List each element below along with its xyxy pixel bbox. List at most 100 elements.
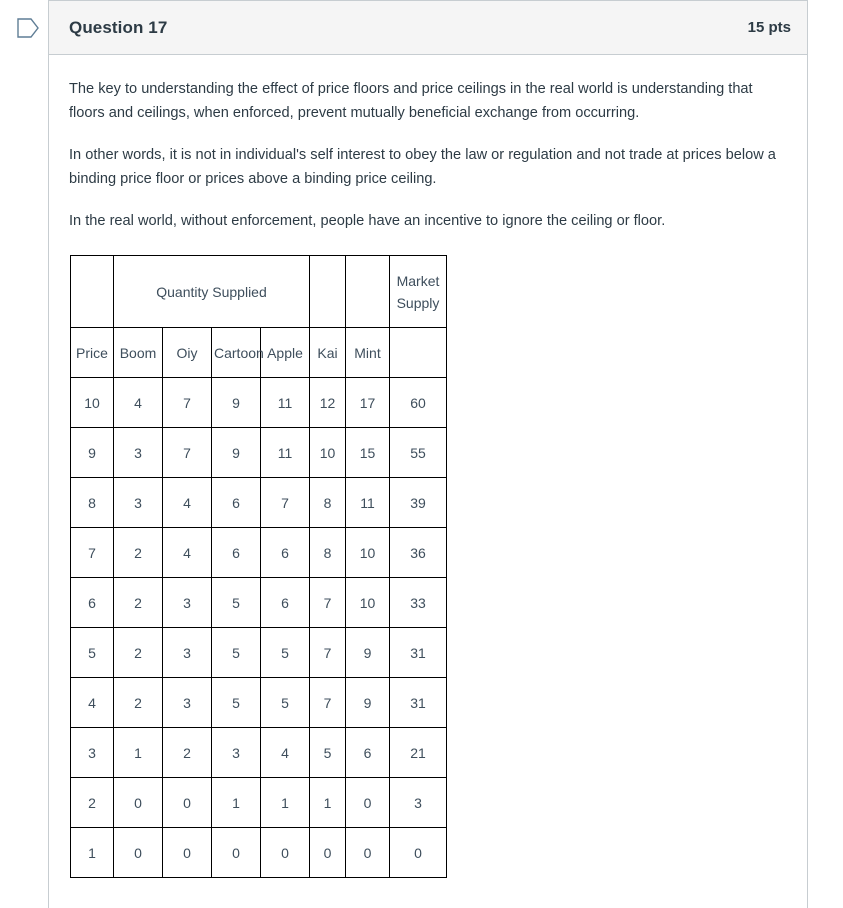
group-header-empty-price <box>70 255 114 328</box>
table-cell: 2 <box>113 577 163 628</box>
question-card: Question 17 15 pts The key to understand… <box>48 0 808 908</box>
table-cell: 2 <box>70 777 114 828</box>
table-cell: 5 <box>211 677 261 728</box>
table-row: 6 2 3 5 6 7 10 33 <box>70 577 447 628</box>
table-cell: 0 <box>345 827 390 878</box>
table-cell: 3 <box>113 427 163 478</box>
table-row: 10000000 <box>70 827 447 878</box>
table-cell: 1 <box>211 777 261 828</box>
table-row: 3 1 2 3 4 5 6 21 <box>70 727 447 778</box>
table-cell: 7 <box>309 577 346 628</box>
table-cell: 3 <box>70 727 114 778</box>
table-row: 20011103 <box>70 777 447 828</box>
table-cell: 3 <box>113 477 163 528</box>
table-cell: 5 <box>260 627 310 678</box>
table-cell: 0 <box>211 827 261 878</box>
table-cell: 7 <box>260 477 310 528</box>
table-cell: 1 <box>309 777 346 828</box>
table-cell: 2 <box>113 677 163 728</box>
table-row: 8 3 4 6 7 8 11 39 <box>70 477 447 528</box>
table-cell: 0 <box>162 777 212 828</box>
table-cell: 1 <box>113 727 163 778</box>
table-cell: 11 <box>260 377 310 428</box>
table-cell: 9 <box>211 377 261 428</box>
question-paragraph-2: In other words, it is not in individual'… <box>69 147 776 187</box>
table-cell: 8 <box>309 477 346 528</box>
column-header-cartoon: Cartoon <box>211 327 264 378</box>
column-header-boom: Boom <box>113 327 163 378</box>
table-cell: 6 <box>260 577 310 628</box>
table-cell: 3 <box>162 627 212 678</box>
column-header-mint: Mint <box>345 327 390 378</box>
table-cell: 6 <box>211 527 261 578</box>
table-cell: 5 <box>211 577 261 628</box>
table-column-header-row: Price Boom Oiy Cartoon Apple Kai Mint <box>70 327 447 378</box>
column-header-market <box>389 327 447 378</box>
table-cell: 5 <box>211 627 261 678</box>
table-cell: 11 <box>260 427 310 478</box>
table-cell: 3 <box>211 727 261 778</box>
table-cell: 7 <box>309 627 346 678</box>
table-cell: 5 <box>70 627 114 678</box>
table-cell: 0 <box>162 827 212 878</box>
table-cell: 31 <box>389 627 447 678</box>
table-cell: 6 <box>260 527 310 578</box>
table-cell: 33 <box>389 577 447 628</box>
table-cell: 7 <box>162 377 212 428</box>
table-cell: 7 <box>309 677 346 728</box>
table-cell: 9 <box>211 427 261 478</box>
table-cell: 36 <box>389 527 447 578</box>
group-header-empty-kai <box>309 255 346 328</box>
table-cell: 2 <box>113 627 163 678</box>
table-cell: 0 <box>309 827 346 878</box>
quantity-supplied-table: Quantity Supplied Market Supply Price Bo… <box>70 255 447 878</box>
group-header-quantity-supplied: Quantity Supplied <box>113 255 310 328</box>
table-cell: 3 <box>162 677 212 728</box>
table-cell: 0 <box>389 827 447 878</box>
table-cell: 60 <box>389 377 447 428</box>
table-cell: 9 <box>345 677 390 728</box>
table-cell: 55 <box>389 427 447 478</box>
table-row: 9 3 7 9 11 10 15 55 <box>70 427 447 478</box>
table-cell: 8 <box>70 477 114 528</box>
table-cell: 0 <box>345 777 390 828</box>
table-cell: 39 <box>389 477 447 528</box>
flag-outline-icon <box>17 18 39 38</box>
page-title: Question 17 <box>69 17 168 37</box>
table-group-header-row: Quantity Supplied Market Supply <box>70 255 447 328</box>
group-header-empty-mint <box>345 255 390 328</box>
column-header-apple: Apple <box>260 327 310 378</box>
table-cell: 10 <box>345 577 390 628</box>
table-cell: 6 <box>211 477 261 528</box>
table-cell: 4 <box>162 527 212 578</box>
table-cell: 6 <box>70 577 114 628</box>
table-cell: 10 <box>309 427 346 478</box>
column-header-oiy: Oiy <box>162 327 212 378</box>
table-cell: 4 <box>113 377 163 428</box>
table-cell: 17 <box>345 377 390 428</box>
table-row: 4 2 3 5 5 7 9 31 <box>70 677 447 728</box>
table-cell: 9 <box>70 427 114 478</box>
table-cell: 5 <box>309 727 346 778</box>
table-cell: 3 <box>162 577 212 628</box>
table-cell: 7 <box>70 527 114 578</box>
table-cell: 9 <box>345 627 390 678</box>
table-row: 5 2 3 5 5 7 9 31 <box>70 627 447 678</box>
question-paragraph-1: The key to understanding the effect of p… <box>69 81 753 121</box>
table-cell: 10 <box>345 527 390 578</box>
column-header-kai: Kai <box>309 327 346 378</box>
table-cell: 15 <box>345 427 390 478</box>
table-cell: 21 <box>389 727 447 778</box>
question-header: Question 17 15 pts <box>49 0 807 55</box>
table-cell: 4 <box>70 677 114 728</box>
table-cell: 11 <box>345 477 390 528</box>
table-cell: 10 <box>70 377 114 428</box>
table-cell: 7 <box>162 427 212 478</box>
table-cell: 12 <box>309 377 346 428</box>
question-points-badge: 15 pts <box>747 19 791 36</box>
table-row: 10 4 7 9 11 12 17 60 <box>70 377 447 428</box>
table-cell: 5 <box>260 677 310 728</box>
table-cell: 0 <box>113 827 163 878</box>
supply-table-wrapper: Quantity Supplied Market Supply Price Bo… <box>69 255 783 878</box>
table-cell: 0 <box>260 827 310 878</box>
